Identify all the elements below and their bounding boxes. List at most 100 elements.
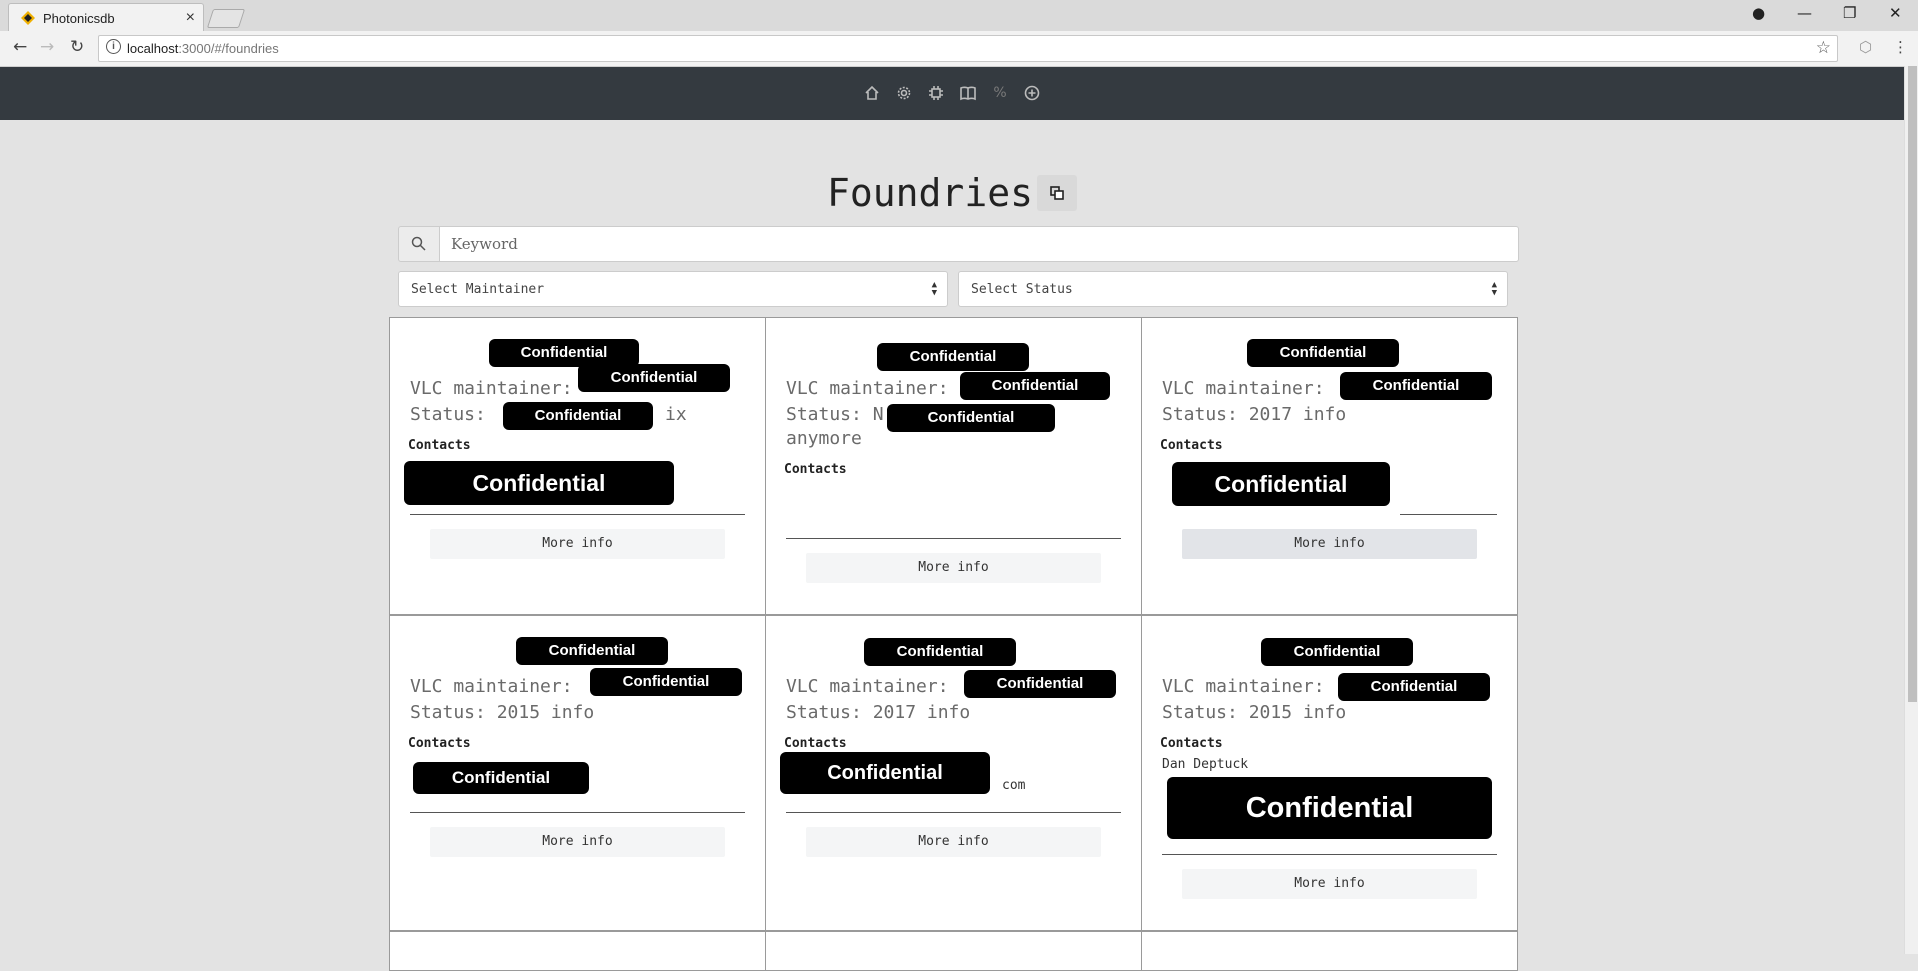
search-icon: [411, 236, 426, 251]
card-divider: [410, 812, 745, 813]
foundry-card: Confidential VLC maintainer: Confidentia…: [1141, 615, 1518, 931]
contacts-heading: Contacts: [408, 438, 471, 453]
forward-icon[interactable]: →: [40, 37, 54, 57]
chip-icon[interactable]: [927, 84, 945, 102]
card-status: Status: 2015 info: [410, 702, 595, 723]
more-info-button[interactable]: More info: [1182, 869, 1477, 899]
card-maintainer: VLC maintainer:: [1162, 676, 1325, 697]
card-status: Status:: [410, 404, 486, 425]
more-info-button[interactable]: More info: [806, 553, 1101, 583]
redacted-name: Confidential: [864, 638, 1016, 666]
card-maintainer: VLC maintainer:: [786, 676, 949, 697]
percent-icon[interactable]: %: [991, 84, 1009, 102]
app-favicon-icon: [21, 11, 35, 25]
add-circle-icon[interactable]: [1023, 84, 1041, 102]
card-status-suffix: ix: [665, 404, 687, 425]
more-info-button[interactable]: More info: [430, 827, 725, 857]
bookmark-star-icon[interactable]: ☆: [1816, 38, 1831, 58]
foundry-card: Confidential VLC maintainer: Confidentia…: [765, 615, 1142, 931]
redacted-maintainer: Confidential: [960, 372, 1110, 400]
redacted-name: Confidential: [1261, 638, 1413, 666]
page-title-row: Foundries: [0, 168, 1904, 215]
card-maintainer: VLC maintainer:: [410, 378, 573, 399]
address-bar[interactable]: i localhost:3000/#/foundries ☆: [98, 35, 1838, 62]
card-maintainer: VLC maintainer:: [1162, 378, 1325, 399]
card-status: Status: 2017 info: [1162, 404, 1347, 425]
search-addon: [398, 226, 440, 262]
back-icon[interactable]: ←: [13, 37, 27, 57]
site-info-icon[interactable]: i: [106, 39, 121, 54]
card-status: Status: N: [786, 404, 884, 425]
maintainer-select[interactable]: Select Maintainer ▲ ▼: [398, 271, 948, 307]
page-scrollbar[interactable]: [1904, 66, 1918, 954]
redacted-maintainer: Confidential: [964, 670, 1116, 698]
new-tab-button[interactable]: [206, 9, 246, 28]
contact-email-suffix: com: [1002, 778, 1026, 793]
restore-icon[interactable]: ❐: [1843, 4, 1856, 22]
foundry-card: Confidential VLC maintainer: Confidentia…: [389, 317, 766, 615]
contacts-heading: Contacts: [408, 736, 471, 751]
foundry-card: Confidential VLC maintainer: Confidentia…: [389, 615, 766, 931]
reload-icon[interactable]: ↻: [70, 37, 84, 57]
copy-icon: [1050, 185, 1064, 200]
more-info-button[interactable]: More info: [806, 827, 1101, 857]
foundry-card-partial: [765, 931, 1142, 971]
browser-tabstrip: Photonicsdb × ● — ❐ ✕: [0, 0, 1918, 32]
redacted-status: Confidential: [503, 402, 653, 430]
address-url: localhost:3000/#/foundries: [127, 41, 279, 56]
scrollbar-thumb[interactable]: [1908, 66, 1917, 702]
gear-icon[interactable]: [895, 84, 913, 102]
book-icon[interactable]: [959, 84, 977, 102]
contacts-heading: Contacts: [784, 736, 847, 751]
card-divider: [410, 514, 745, 515]
maintainer-select-value: Select Maintainer: [411, 282, 545, 297]
search-input[interactable]: [439, 226, 1519, 262]
search-bar: [398, 226, 1519, 262]
select-caret-icon: ▲ ▼: [931, 280, 937, 298]
extension-icon[interactable]: ⬡: [1859, 38, 1872, 56]
window-close-icon[interactable]: ✕: [1889, 4, 1902, 22]
menu-icon[interactable]: ⋮: [1893, 38, 1908, 56]
redacted-contact: Confidential: [780, 752, 990, 794]
foundry-card: Confidential VLC maintainer: Confidentia…: [1141, 317, 1518, 615]
foundry-card: Confidential VLC maintainer: Confidentia…: [765, 317, 1142, 615]
redacted-name: Confidential: [516, 637, 668, 665]
select-caret-icon: ▲ ▼: [1491, 280, 1497, 298]
foundry-card-partial: [1141, 931, 1518, 971]
card-maintainer: VLC maintainer:: [410, 676, 573, 697]
browser-tab[interactable]: Photonicsdb ×: [8, 3, 204, 32]
card-maintainer: VLC maintainer:: [786, 378, 949, 399]
tab-close-icon[interactable]: ×: [186, 9, 195, 27]
redacted-contact: Confidential: [1167, 777, 1492, 839]
contacts-heading: Contacts: [784, 462, 847, 477]
contacts-heading: Contacts: [1160, 438, 1223, 453]
page-title: Foundries: [827, 170, 1033, 215]
tab-title: Photonicsdb: [43, 11, 115, 26]
redacted-name: Confidential: [877, 343, 1029, 371]
redacted-maintainer: Confidential: [1338, 673, 1490, 701]
home-icon[interactable]: [863, 84, 881, 102]
card-status: Status: 2017 info: [786, 702, 971, 723]
card-status-line2: anymore: [786, 428, 862, 449]
more-info-button[interactable]: More info: [1182, 529, 1477, 559]
redacted-maintainer: Confidential: [1340, 372, 1492, 400]
redacted-maintainer: Confidential: [590, 668, 742, 696]
card-divider: [1162, 854, 1497, 855]
card-divider: [1400, 514, 1497, 515]
card-divider: [786, 538, 1121, 539]
foundry-card-partial: [389, 931, 766, 971]
status-select[interactable]: Select Status ▲ ▼: [958, 271, 1508, 307]
redacted-contact: Confidential: [413, 762, 589, 794]
card-divider: [786, 812, 1121, 813]
card-status: Status: 2015 info: [1162, 702, 1347, 723]
app-navbar: %: [0, 67, 1904, 120]
redacted-status: Confidential: [887, 404, 1055, 432]
more-info-button[interactable]: More info: [430, 529, 725, 559]
redacted-name: Confidential: [489, 339, 639, 367]
profile-icon[interactable]: ●: [1752, 4, 1765, 22]
minimize-icon[interactable]: —: [1797, 4, 1812, 22]
contacts-heading: Contacts: [1160, 736, 1223, 751]
status-select-value: Select Status: [971, 282, 1073, 297]
copy-button[interactable]: [1036, 174, 1077, 211]
redacted-maintainer: Confidential: [578, 364, 730, 392]
